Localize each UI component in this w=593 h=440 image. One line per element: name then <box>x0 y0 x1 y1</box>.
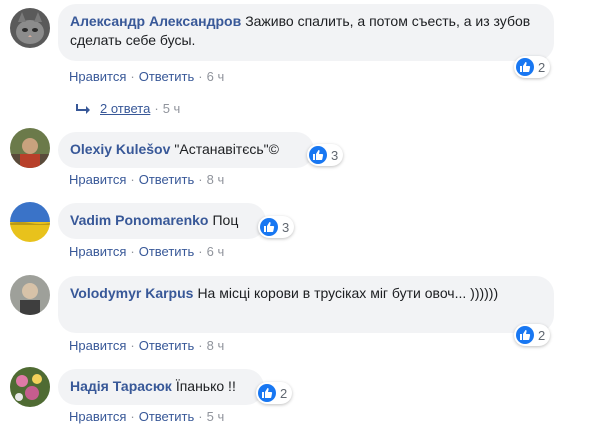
avatar[interactable] <box>10 202 50 242</box>
comment-author[interactable]: Надія Тарасюк <box>70 378 172 394</box>
separator: · <box>198 172 203 187</box>
comment-time[interactable]: 6 ч <box>207 244 225 259</box>
reply-button[interactable]: Ответить <box>139 244 195 259</box>
comment-time[interactable]: 8 ч <box>207 338 225 353</box>
comment-time[interactable]: 6 ч <box>207 69 225 84</box>
like-button[interactable]: Нравится <box>69 409 126 424</box>
reaction-count-value: 2 <box>280 385 288 401</box>
comment-bubble: Надія Тарасюк Їпанько !! <box>58 369 264 405</box>
like-thumb-icon <box>516 58 534 76</box>
avatar[interactable] <box>10 275 50 315</box>
like-thumb-icon <box>258 384 276 402</box>
separator: · <box>130 244 135 259</box>
avatar[interactable] <box>10 367 50 407</box>
comment-text: "Астанавітєсь"© <box>174 141 279 157</box>
comment-actions: Нравится · Ответить · 5 ч <box>69 409 224 424</box>
like-thumb-icon <box>516 326 534 344</box>
comment-text: Поц <box>212 212 239 228</box>
reply-button[interactable]: Ответить <box>139 172 195 187</box>
separator: · <box>130 172 135 187</box>
reply-button[interactable]: Ответить <box>139 69 195 84</box>
avatar[interactable] <box>10 128 50 168</box>
reaction-count[interactable]: 2 <box>514 324 551 346</box>
separator: · <box>154 101 159 116</box>
reaction-count[interactable]: 3 <box>307 144 344 166</box>
separator: · <box>130 69 135 84</box>
separator: · <box>198 244 203 259</box>
view-replies: 2 ответа · 5 ч <box>76 101 180 117</box>
comment-bubble: Александр Александров Заживо спалить, а п… <box>58 4 554 61</box>
like-button[interactable]: Нравится <box>69 244 126 259</box>
comment-author[interactable]: Vadim Ponomarenko <box>70 212 208 228</box>
comment-actions: Нравится · Ответить · 8 ч <box>69 172 224 187</box>
reply-arrow-icon <box>76 102 90 117</box>
separator: · <box>198 69 203 84</box>
comment-bubble: Vadim Ponomarenko Поц <box>58 203 266 239</box>
reaction-count[interactable]: 3 <box>258 216 295 238</box>
reaction-count-value: 2 <box>538 327 546 343</box>
comment-actions: Нравится · Ответить · 8 ч <box>69 338 224 353</box>
reaction-count-value: 3 <box>282 219 290 235</box>
comment-author[interactable]: Александр Александров <box>70 13 241 29</box>
like-thumb-icon <box>309 146 327 164</box>
like-thumb-icon <box>260 218 278 236</box>
comment-text: На місці корови в трусіках міг бути овоч… <box>197 285 499 301</box>
reply-button[interactable]: Ответить <box>139 409 195 424</box>
like-button[interactable]: Нравится <box>69 69 126 84</box>
comment-author[interactable]: Volodymyr Karpus <box>70 285 193 301</box>
comment-actions: Нравится · Ответить · 6 ч <box>69 244 224 259</box>
avatar[interactable] <box>10 8 50 48</box>
like-button[interactable]: Нравится <box>69 338 126 353</box>
reaction-count-value: 2 <box>538 59 546 75</box>
like-button[interactable]: Нравится <box>69 172 126 187</box>
comment-bubble: Olexiy Kulešov "Астанавітєсь"© <box>58 132 314 168</box>
comment-time[interactable]: 8 ч <box>207 172 225 187</box>
separator: · <box>130 338 135 353</box>
comment-text: Їпанько !! <box>175 378 236 394</box>
comment-actions: Нравится · Ответить · 6 ч <box>69 69 224 84</box>
reaction-count-value: 3 <box>331 147 339 163</box>
separator: · <box>198 338 203 353</box>
separator: · <box>130 409 135 424</box>
reaction-count[interactable]: 2 <box>256 382 293 404</box>
reaction-count[interactable]: 2 <box>514 56 551 78</box>
comment-time[interactable]: 5 ч <box>207 409 225 424</box>
view-replies-link[interactable]: 2 ответа <box>100 101 150 116</box>
comment-author[interactable]: Olexiy Kulešov <box>70 141 170 157</box>
replies-time: 5 ч <box>162 101 181 116</box>
comment-bubble: Volodymyr Karpus На місці корови в трусік… <box>58 276 554 333</box>
reply-button[interactable]: Ответить <box>139 338 195 353</box>
separator: · <box>198 409 203 424</box>
